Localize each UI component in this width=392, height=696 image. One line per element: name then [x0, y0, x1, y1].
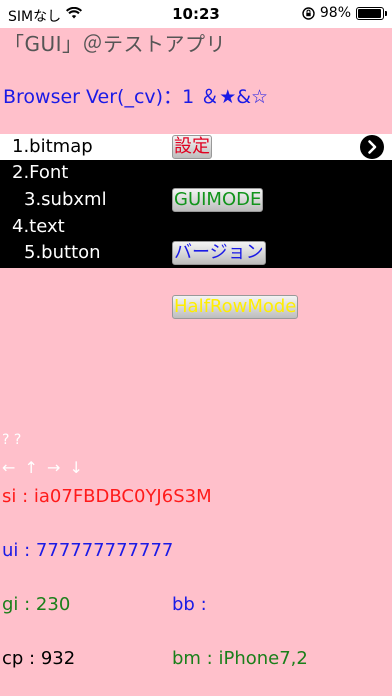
- chevron-right-circle-icon[interactable]: [360, 135, 384, 159]
- version-button[interactable]: バージョン: [172, 241, 266, 265]
- menu-item-button[interactable]: 5.button バージョン: [0, 240, 392, 266]
- arrow-keys-label: ← ↑ → ↓: [2, 458, 85, 477]
- menu-item-font[interactable]: 2.Font: [0, 160, 392, 186]
- settings-button[interactable]: 設定: [172, 135, 212, 159]
- menu-item-label: 4.text: [12, 216, 65, 237]
- bm-value: bm : iPhone7,2: [172, 648, 308, 669]
- bb-value: bb :: [172, 594, 207, 615]
- rotation-lock-icon: [302, 6, 315, 20]
- menu-item-label: 3.subxml: [24, 189, 107, 210]
- menu-item-subxml[interactable]: 3.subxml GUIMODE: [0, 187, 392, 213]
- menu-item-label: 1.bitmap: [12, 136, 93, 157]
- guimode-button[interactable]: GUIMODE: [172, 188, 264, 212]
- si-value: si : ia07FBDBC0YJ6S3M: [2, 486, 212, 507]
- menu-item-label: 2.Font: [12, 162, 69, 183]
- half-row-mode-button[interactable]: HalfRowMode: [172, 295, 299, 319]
- battery-percent: 98%: [319, 5, 351, 21]
- debug-question-marks: ? ?: [2, 432, 22, 448]
- menu-list: 1.bitmap 設定 2.Font 3.subxml GUIMODE 4.te…: [0, 134, 392, 268]
- menu-item-bitmap[interactable]: 1.bitmap 設定: [0, 134, 392, 160]
- ui-value: ui : 777777777777: [2, 540, 174, 561]
- menu-item-label: 5.button: [24, 242, 101, 263]
- status-bar: SIMなし 10:23 98%: [0, 0, 392, 28]
- menu-item-text[interactable]: 4.text: [0, 214, 392, 240]
- cp-value: cp : 932: [2, 648, 76, 669]
- gi-value: gi : 230: [2, 594, 71, 615]
- battery-icon: [356, 6, 387, 20]
- app-title: 「GUI」＠テストアプリ: [4, 32, 227, 56]
- browser-version-label: Browser Ver(_cv)：1 ＆★&☆: [3, 86, 269, 108]
